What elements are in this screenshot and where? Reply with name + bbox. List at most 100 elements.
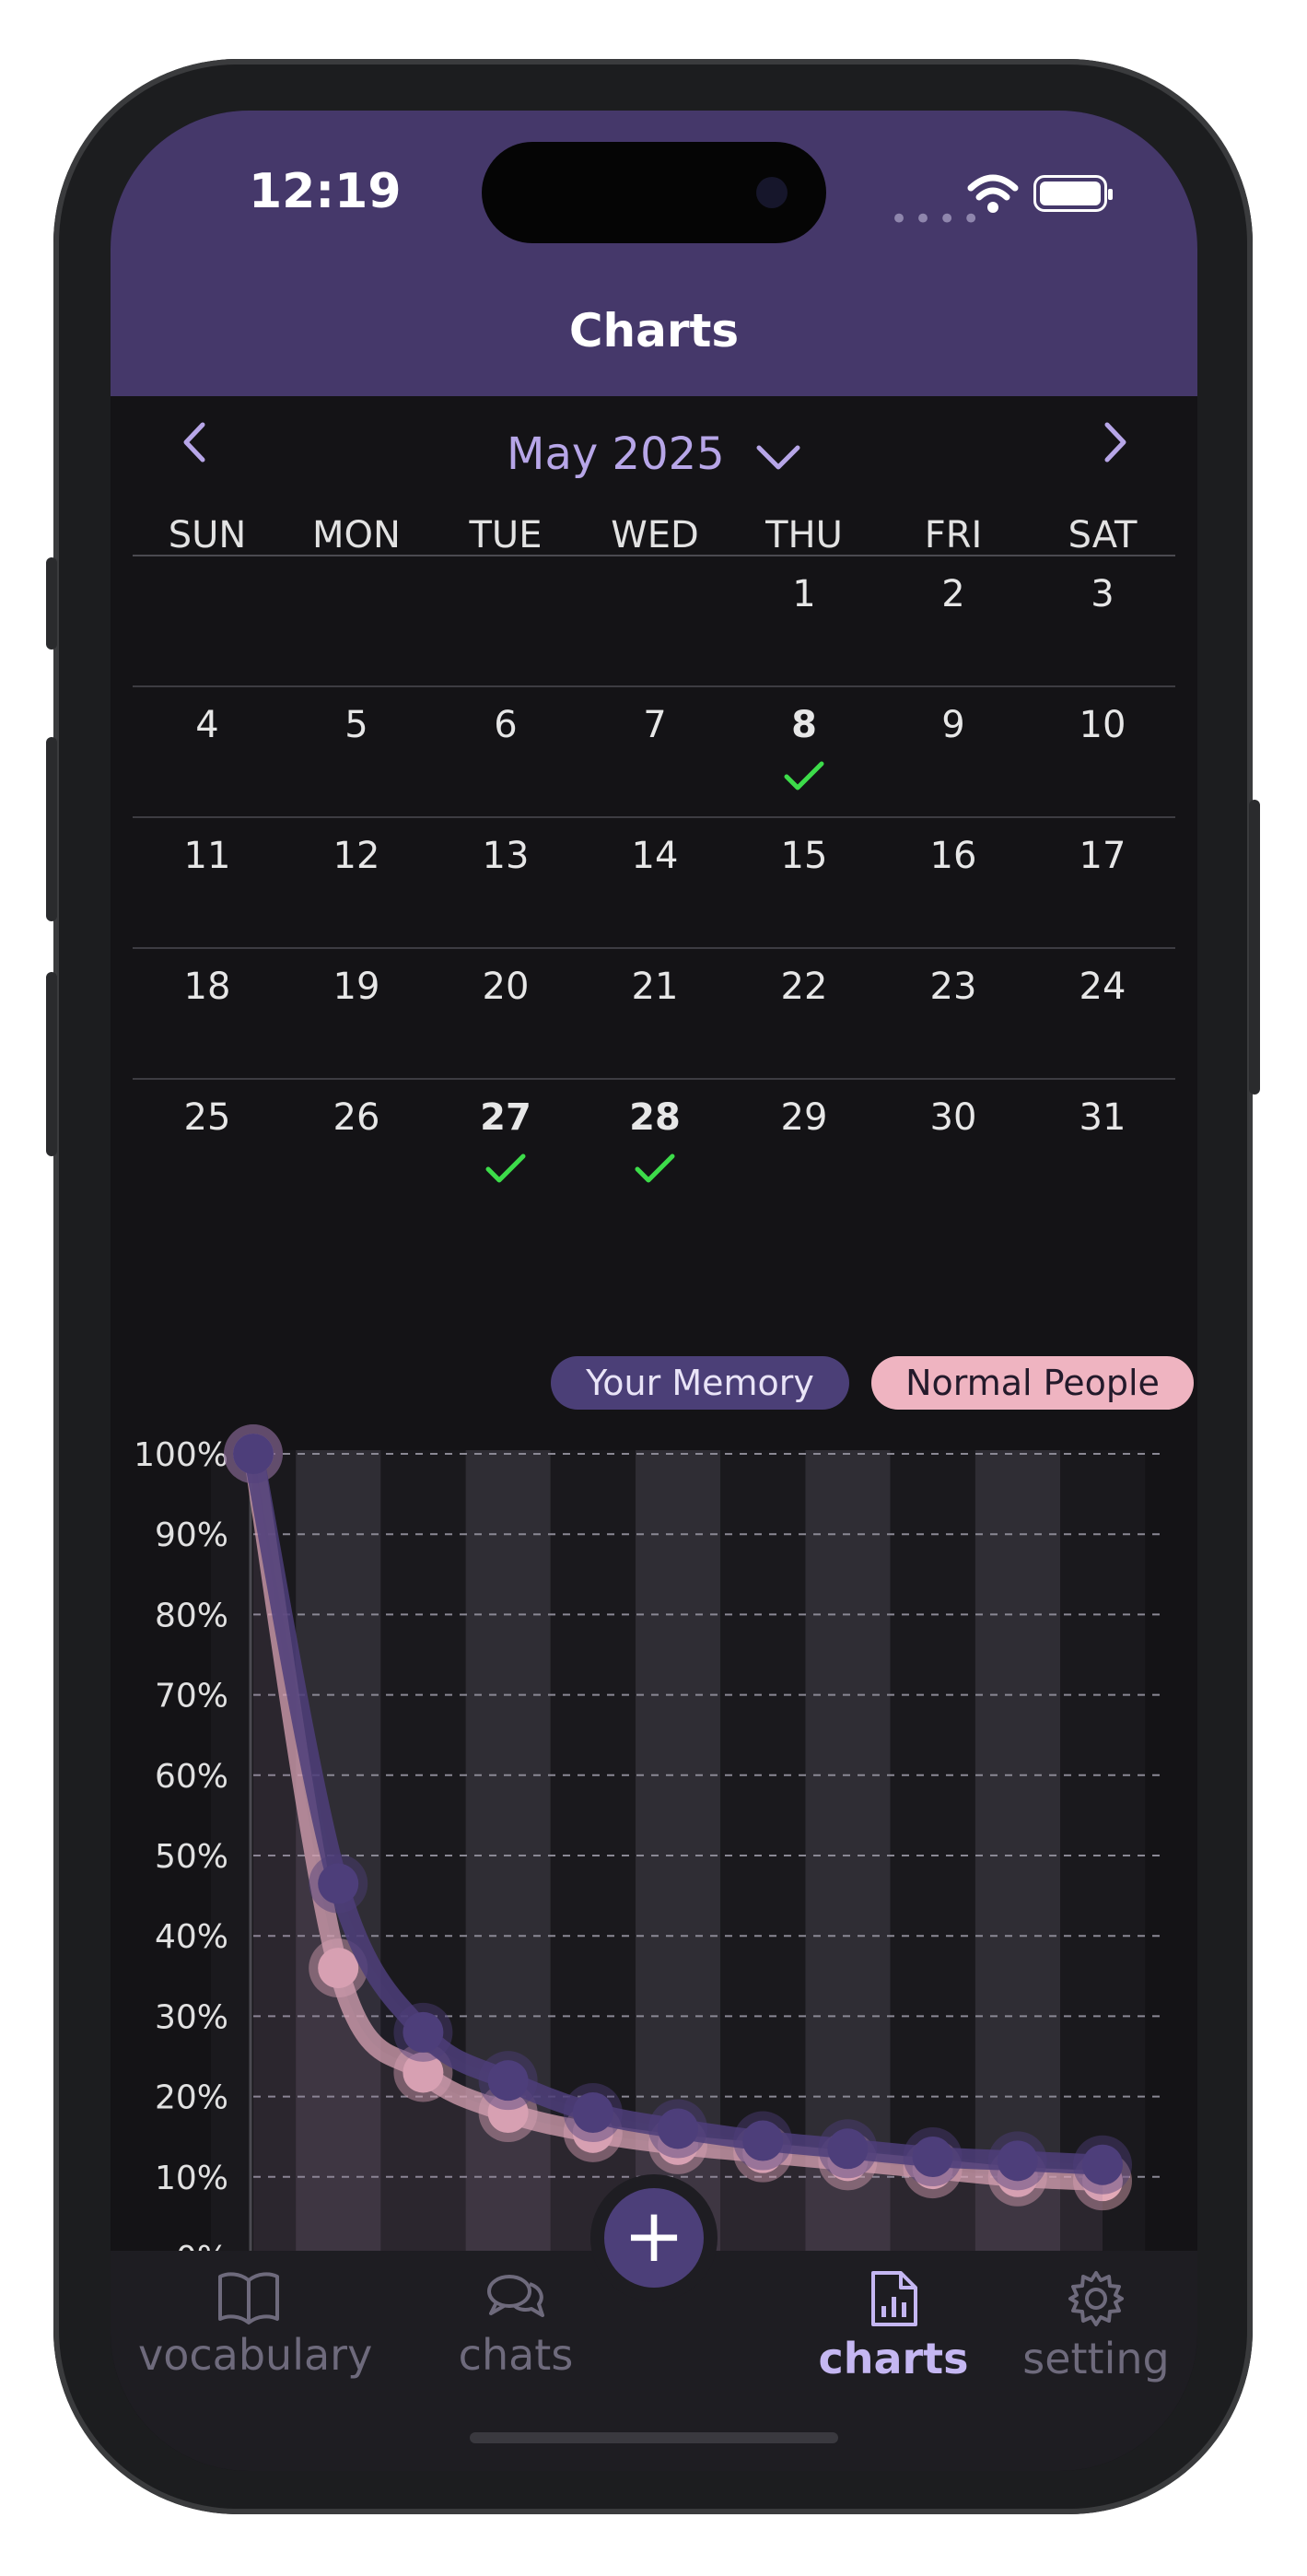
gear-icon (1068, 2271, 1124, 2326)
data-point (912, 2137, 953, 2177)
calendar-day[interactable]: 26 (282, 1096, 431, 1139)
calendar-week-row: 123 (133, 556, 1175, 687)
tab-charts-label: charts (818, 2334, 969, 2383)
y-tick-label: 20% (155, 2079, 228, 2117)
data-point (658, 2108, 698, 2149)
weekday-fri: FRI (924, 514, 983, 556)
chevron-down-icon (756, 445, 800, 470)
calendar-day[interactable]: 28 (580, 1096, 729, 1139)
next-month-button[interactable] (1087, 419, 1142, 474)
data-point (827, 2128, 869, 2170)
data-point (572, 2092, 613, 2134)
calendar-day[interactable]: 29 (729, 1096, 879, 1139)
calendar-day[interactable]: 2 (879, 573, 1028, 615)
calendar-day[interactable]: 31 (1028, 1096, 1177, 1139)
legend-normal-people: Normal People (871, 1356, 1194, 1410)
calendar-week-row: 25 26 27 28 29 30 31 (133, 1080, 1175, 1209)
calendar-day[interactable]: 7 (580, 704, 729, 746)
action-button (46, 557, 57, 650)
y-tick-label: 80% (155, 1597, 228, 1634)
weekday-mon: MON (312, 514, 401, 556)
calendar-day[interactable]: 10 (1028, 704, 1177, 746)
chevron-right-icon (1104, 422, 1126, 463)
app-screen: 12:19 •••• Charts May 2025 SUN MON TUE WED T… (111, 111, 1197, 2471)
check-icon (729, 754, 879, 803)
calendar-day[interactable]: 14 (580, 835, 729, 877)
chart-document-icon (871, 2271, 917, 2326)
weekday-sun: SUN (168, 514, 247, 556)
y-tick-label: 30% (155, 1998, 228, 2036)
y-tick-label: 70% (155, 1678, 228, 1715)
calendar-day[interactable]: 17 (1028, 835, 1177, 877)
data-point (487, 2060, 529, 2102)
page-title: Charts (568, 304, 740, 357)
check-icon (431, 1146, 580, 1196)
legend-your-memory: Your Memory (551, 1356, 849, 1410)
tab-vocabulary-label: vocabulary (138, 2330, 373, 2380)
y-tick-label: 10% (155, 2160, 228, 2197)
tab-setting[interactable]: setting (1004, 2269, 1188, 2383)
data-point (318, 1863, 359, 1904)
y-tick-label: 50% (155, 1838, 228, 1876)
chat-bubbles-icon (487, 2275, 544, 2317)
data-point (997, 2140, 1038, 2182)
weekday-thu: THU (765, 514, 843, 556)
battery-icon (1033, 175, 1113, 212)
calendar-day[interactable]: 20 (431, 966, 580, 1008)
tab-chats[interactable]: chats (424, 2269, 608, 2380)
calendar-day[interactable]: 23 (879, 966, 1028, 1008)
tab-chats-label: chats (458, 2330, 574, 2380)
data-point (233, 1434, 274, 1474)
data-point (1082, 2144, 1123, 2185)
calendar-week-row: 18 19 20 21 22 23 24 (133, 949, 1175, 1080)
book-icon (218, 2272, 279, 2324)
check-icon (580, 1146, 729, 1196)
calendar-day[interactable]: 8 (729, 704, 879, 746)
y-tick-label: 40% (155, 1918, 228, 1956)
month-navigation: May 2025 (111, 410, 1197, 493)
y-tick-label: 100% (134, 1436, 228, 1474)
weekday-header: SUN MON TUE WED THU FRI SAT (133, 514, 1175, 556)
calendar-day[interactable]: 5 (282, 704, 431, 746)
status-time: 12:19 (249, 164, 402, 219)
dynamic-island (482, 142, 826, 243)
calendar-day[interactable]: 22 (729, 966, 879, 1008)
calendar-day[interactable]: 25 (133, 1096, 282, 1139)
calendar-day[interactable]: 13 (431, 835, 580, 877)
calendar-grid: 1 2 3 4 5 6 7 8 9 10 11 12 13 14 15 16 17 18 19 20 21 22 23 24 2… (133, 556, 1175, 1209)
month-selector[interactable]: May 2025 (111, 428, 1197, 480)
calendar-day[interactable]: 21 (580, 966, 729, 1008)
add-button[interactable]: + (604, 2188, 704, 2288)
data-point (403, 2011, 444, 2053)
calendar-day[interactable]: 1 (729, 573, 879, 615)
home-indicator (470, 2432, 838, 2443)
y-tick-label: 60% (155, 1758, 228, 1796)
top-bar: 12:19 •••• Charts (111, 111, 1197, 396)
calendar-day[interactable]: 15 (729, 835, 879, 877)
calendar-day[interactable]: 12 (282, 835, 431, 877)
month-label: May 2025 (507, 428, 725, 480)
power-button (1249, 800, 1260, 1095)
calendar-day[interactable]: 18 (133, 966, 282, 1008)
calendar-day[interactable]: 30 (879, 1096, 1028, 1139)
weekday-wed: WED (611, 514, 699, 556)
volume-down-button (46, 972, 57, 1156)
calendar-day[interactable]: 4 (133, 704, 282, 746)
calendar-day[interactable]: 3 (1028, 573, 1177, 615)
calendar-week-row: 4 5 6 7 8 9 10 (133, 687, 1175, 818)
tab-setting-label: setting (1022, 2334, 1170, 2383)
tab-charts[interactable]: charts (792, 2269, 995, 2383)
calendar-day[interactable]: 16 (879, 835, 1028, 877)
calendar-day[interactable]: 27 (431, 1096, 580, 1139)
weekday-tue: TUE (469, 514, 543, 556)
calendar-day[interactable]: 9 (879, 704, 1028, 746)
calendar-day[interactable]: 6 (431, 704, 580, 746)
calendar-week-row: 11 12 13 14 15 16 17 (133, 818, 1175, 949)
y-tick-label: 90% (155, 1516, 228, 1554)
wifi-icon (967, 174, 1019, 213)
calendar-day[interactable]: 24 (1028, 966, 1177, 1008)
data-point (742, 2120, 784, 2161)
tab-vocabulary[interactable]: vocabulary (138, 2269, 372, 2380)
calendar-day[interactable]: 11 (133, 835, 282, 877)
calendar-day[interactable]: 19 (282, 966, 431, 1008)
